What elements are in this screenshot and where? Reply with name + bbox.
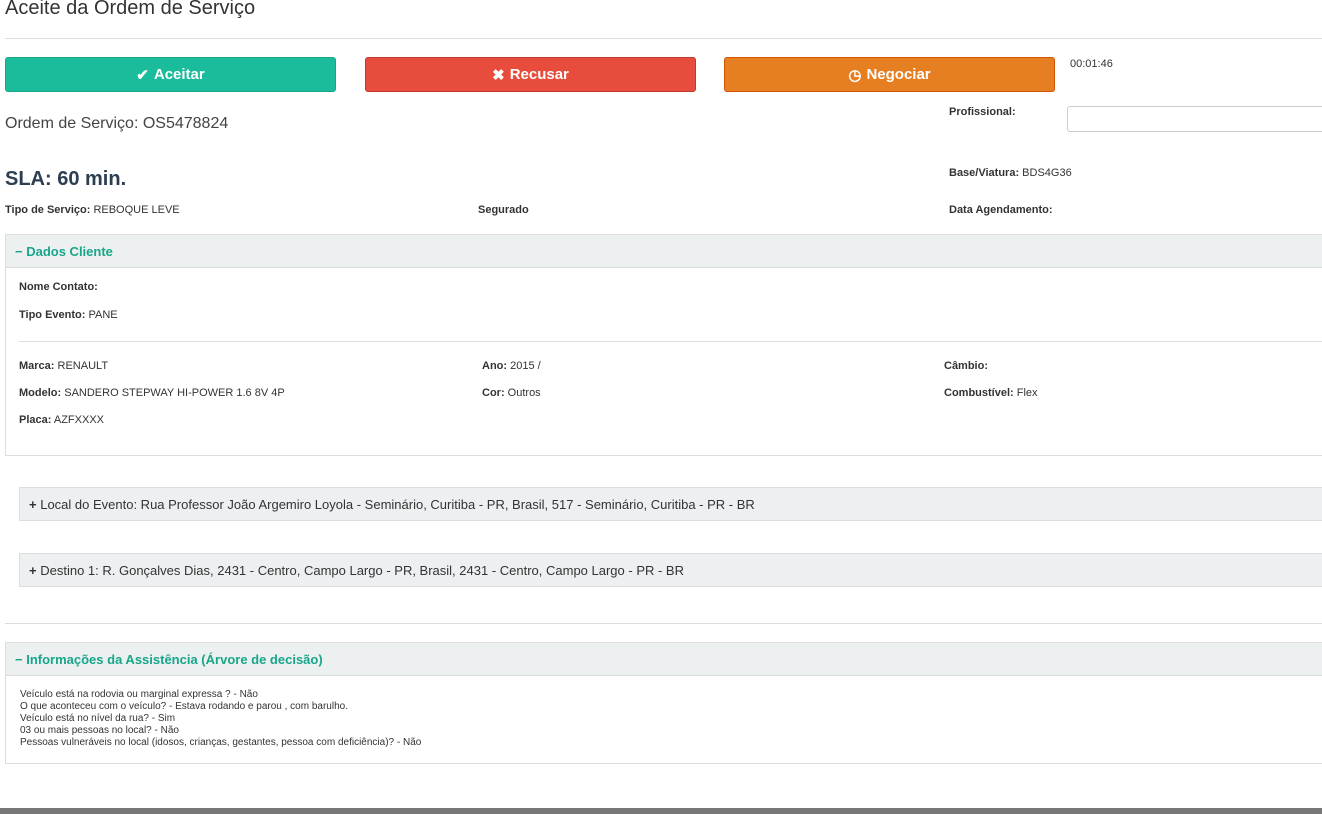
assistencia-panel: − Informações da Assistência (Árvore de … [5,642,1322,764]
cambio-label: Câmbio: [944,360,988,372]
background-table-edge [0,808,1322,814]
dados-cliente-header[interactable]: − Dados Cliente [6,235,1322,268]
local-evento-text: Local do Evento: Rua Professor João Arge… [40,496,755,512]
refuse-button[interactable]: ✖ Recusar [365,57,696,92]
local-evento-header[interactable]: + Local do Evento: Rua Professor João Ar… [19,487,1322,521]
refuse-label: Recusar [509,66,569,83]
ano-label: Ano: [482,360,508,372]
destino-header[interactable]: + Destino 1: R. Gonçalves Dias, 2431 - C… [19,553,1322,587]
tipo-servico: Tipo de Serviço: REBOQUE LEVE [5,204,180,216]
modelo: Modelo: SANDERO STEPWAY HI-POWER 1.6 8V … [19,387,285,399]
assistencia-line: Veículo está na rodovia ou marginal expr… [20,689,258,700]
plus-icon: + [29,562,41,578]
divider [5,623,1322,624]
dados-cliente-title: Dados Cliente [26,243,113,259]
assistencia-line: 03 ou mais pessoas no local? - Não [20,725,179,736]
page-title: Aceite da Ordem de Serviço [5,0,256,19]
sla: SLA: 60 min. [5,168,127,190]
modelo-value: SANDERO STEPWAY HI-POWER 1.6 8V 4P [64,387,285,399]
marca: Marca: RENAULT [19,360,108,372]
placa-label: Placa: [19,414,52,426]
accept-button[interactable]: ✔ Aceitar [5,57,336,92]
marca-value: RENAULT [57,360,109,372]
minus-icon: − [15,651,27,667]
modelo-label: Modelo: [19,387,62,399]
nome-contato: Nome Contato: [19,281,98,293]
assistencia-title: Informações da Assistência (Árvore de de… [26,651,323,667]
combustivel-label: Combustível: [944,387,1014,399]
combustivel-value: Flex [1016,387,1038,399]
cor-value: Outros [507,387,541,399]
nome-contato-label: Nome Contato: [19,281,98,293]
destino-text: Destino 1: R. Gonçalves Dias, 2431 - Cen… [40,562,684,578]
cor: Cor: Outros [482,387,541,399]
divider [19,341,1322,342]
divider [5,38,1322,39]
assistencia-line: Pessoas vulneráveis no local (idosos, cr… [20,737,422,748]
tipo-evento: Tipo Evento: PANE [19,309,118,321]
ano: Ano: 2015 / [482,360,541,372]
cor-label: Cor: [482,387,505,399]
check-icon: ✔ [136,66,149,84]
ano-value: 2015 / [510,360,541,372]
close-icon: ✖ [492,66,505,84]
segurado-label: Segurado [478,204,529,216]
placa-value: AZFXXXX [53,414,104,426]
profissional-input[interactable] [1067,106,1322,132]
marca-label: Marca: [19,360,55,372]
combustivel: Combustível: Flex [944,387,1038,399]
dados-cliente-panel: − Dados Cliente [5,234,1322,456]
clock-icon: ◷ [848,66,862,84]
plus-icon: + [29,496,41,512]
tipo-evento-value: PANE [88,309,118,321]
data-agendamento-label: Data Agendamento: [949,204,1053,216]
assistencia-header[interactable]: − Informações da Assistência (Árvore de … [6,643,1322,676]
timer: 00:01:46 [1070,58,1113,70]
order-number: Ordem de Serviço: OS5478824 [5,115,229,132]
accept-label: Aceitar [153,66,205,83]
placa: Placa: AZFXXXX [19,414,104,426]
tipo-servico-value: REBOQUE LEVE [93,204,180,216]
assistencia-line: Veículo está no nível da rua? - Sim [20,713,176,724]
negotiate-label: Negociar [866,66,931,83]
profissional-label: Profissional: [949,106,1016,118]
cambio: Câmbio: [944,360,988,372]
base-value: BDS4G36 [1022,167,1072,179]
minus-icon: − [15,243,27,259]
assistencia-line: O que aconteceu com o veículo? - Estava … [20,701,348,712]
base-viatura: Base/Viatura: BDS4G36 [949,167,1072,179]
negotiate-button[interactable]: ◷ Negociar [724,57,1055,92]
base-label: Base/Viatura: [949,167,1020,179]
tipo-evento-label: Tipo Evento: [19,309,86,321]
tipo-servico-label: Tipo de Serviço: [5,204,91,216]
